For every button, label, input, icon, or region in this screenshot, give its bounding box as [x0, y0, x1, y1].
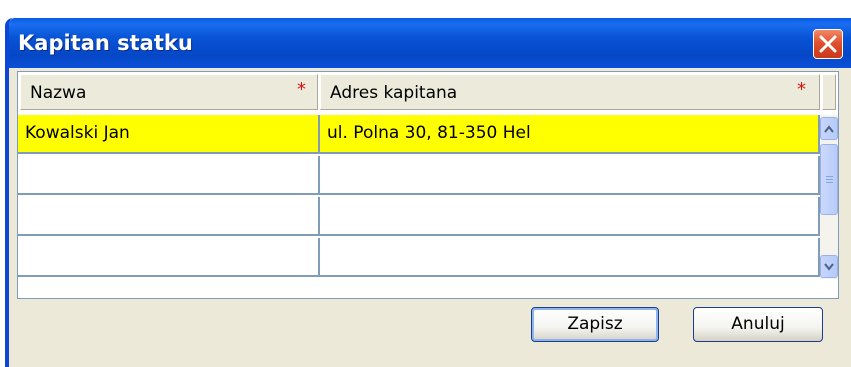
- close-button[interactable]: [813, 29, 843, 59]
- close-icon: [819, 35, 837, 53]
- scrollbar-thumb[interactable]: [820, 144, 838, 215]
- chevron-up-icon: [824, 125, 834, 133]
- title-bar[interactable]: Kapitan statku: [9, 18, 851, 68]
- thumb-grip: [826, 182, 833, 183]
- column-header-label: Adres kapitana: [330, 83, 458, 103]
- thumb-grip: [826, 179, 833, 180]
- column-header-nazwa[interactable]: Nazwa *: [20, 74, 318, 110]
- thumb-grip: [826, 176, 833, 177]
- table-cell-nazwa[interactable]: [18, 238, 320, 277]
- captain-grid: Nazwa * Adres kapitana * Kowalski Jan ul…: [17, 71, 839, 299]
- scroll-down-button[interactable]: [820, 255, 838, 278]
- column-header-filler: [822, 74, 836, 110]
- cell-text: Kowalski Jan: [25, 123, 130, 143]
- window-title: Kapitan statku: [18, 31, 193, 55]
- table-cell-nazwa[interactable]: Kowalski Jan: [18, 115, 320, 154]
- table-cell-adres[interactable]: [320, 197, 820, 236]
- scroll-up-button[interactable]: [820, 117, 838, 140]
- column-header-adres[interactable]: Adres kapitana *: [320, 74, 820, 110]
- table-cell-adres[interactable]: ul. Polna 30, 81-350 Hel: [320, 115, 820, 154]
- save-button[interactable]: Zapisz: [531, 307, 659, 342]
- required-marker: *: [797, 79, 806, 100]
- table-cell-adres[interactable]: [320, 238, 820, 277]
- column-header-label: Nazwa: [30, 83, 87, 103]
- required-marker: *: [297, 79, 306, 100]
- dialog-window: Kapitan statku Nazwa * Adres kapitana * …: [5, 18, 851, 367]
- table-cell-nazwa[interactable]: [18, 156, 320, 195]
- table-cell-adres[interactable]: [320, 156, 820, 195]
- table-cell-nazwa[interactable]: [18, 197, 320, 236]
- chevron-down-icon: [824, 263, 834, 271]
- cancel-button[interactable]: Anuluj: [693, 307, 823, 342]
- cell-text: ul. Polna 30, 81-350 Hel: [327, 123, 531, 143]
